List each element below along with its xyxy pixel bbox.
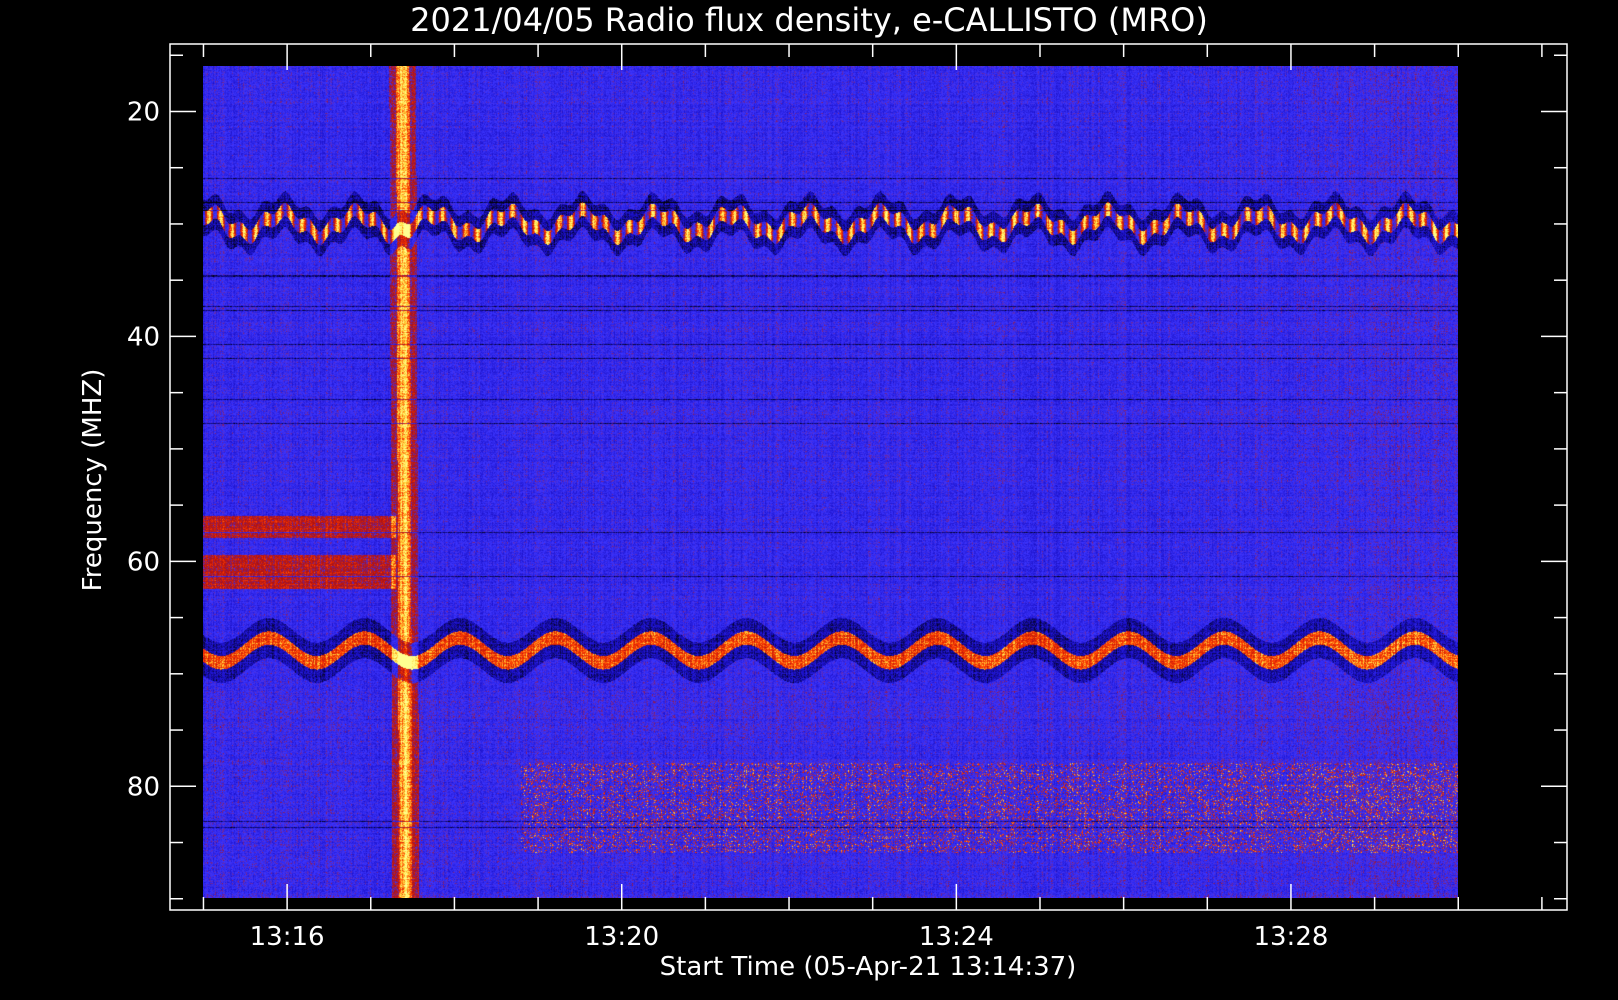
spectrogram-chart: 2021/04/05 Radio flux density, e-CALLIST… — [78, 1, 1568, 982]
y-tick-label: 20 — [127, 97, 160, 127]
x-tick-label: 13:28 — [1253, 922, 1328, 952]
spectrogram-image — [203, 66, 1459, 899]
x-axis-label: Start Time (05-Apr-21 13:14:37) — [660, 952, 1077, 982]
y-tick-label: 60 — [127, 547, 160, 577]
chart-title: 2021/04/05 Radio flux density, e-CALLIST… — [410, 1, 1208, 39]
x-tick-label: 13:16 — [250, 922, 325, 952]
y-tick-label: 80 — [127, 772, 160, 802]
y-axis-label: Frequency (MHZ) — [78, 369, 108, 592]
x-tick-label: 13:24 — [919, 922, 994, 952]
spectrogram-canvas — [203, 66, 1459, 899]
spectrogram-heatmap — [203, 66, 1459, 899]
x-tick-label: 13:20 — [584, 922, 659, 952]
y-tick-label: 40 — [127, 322, 160, 352]
